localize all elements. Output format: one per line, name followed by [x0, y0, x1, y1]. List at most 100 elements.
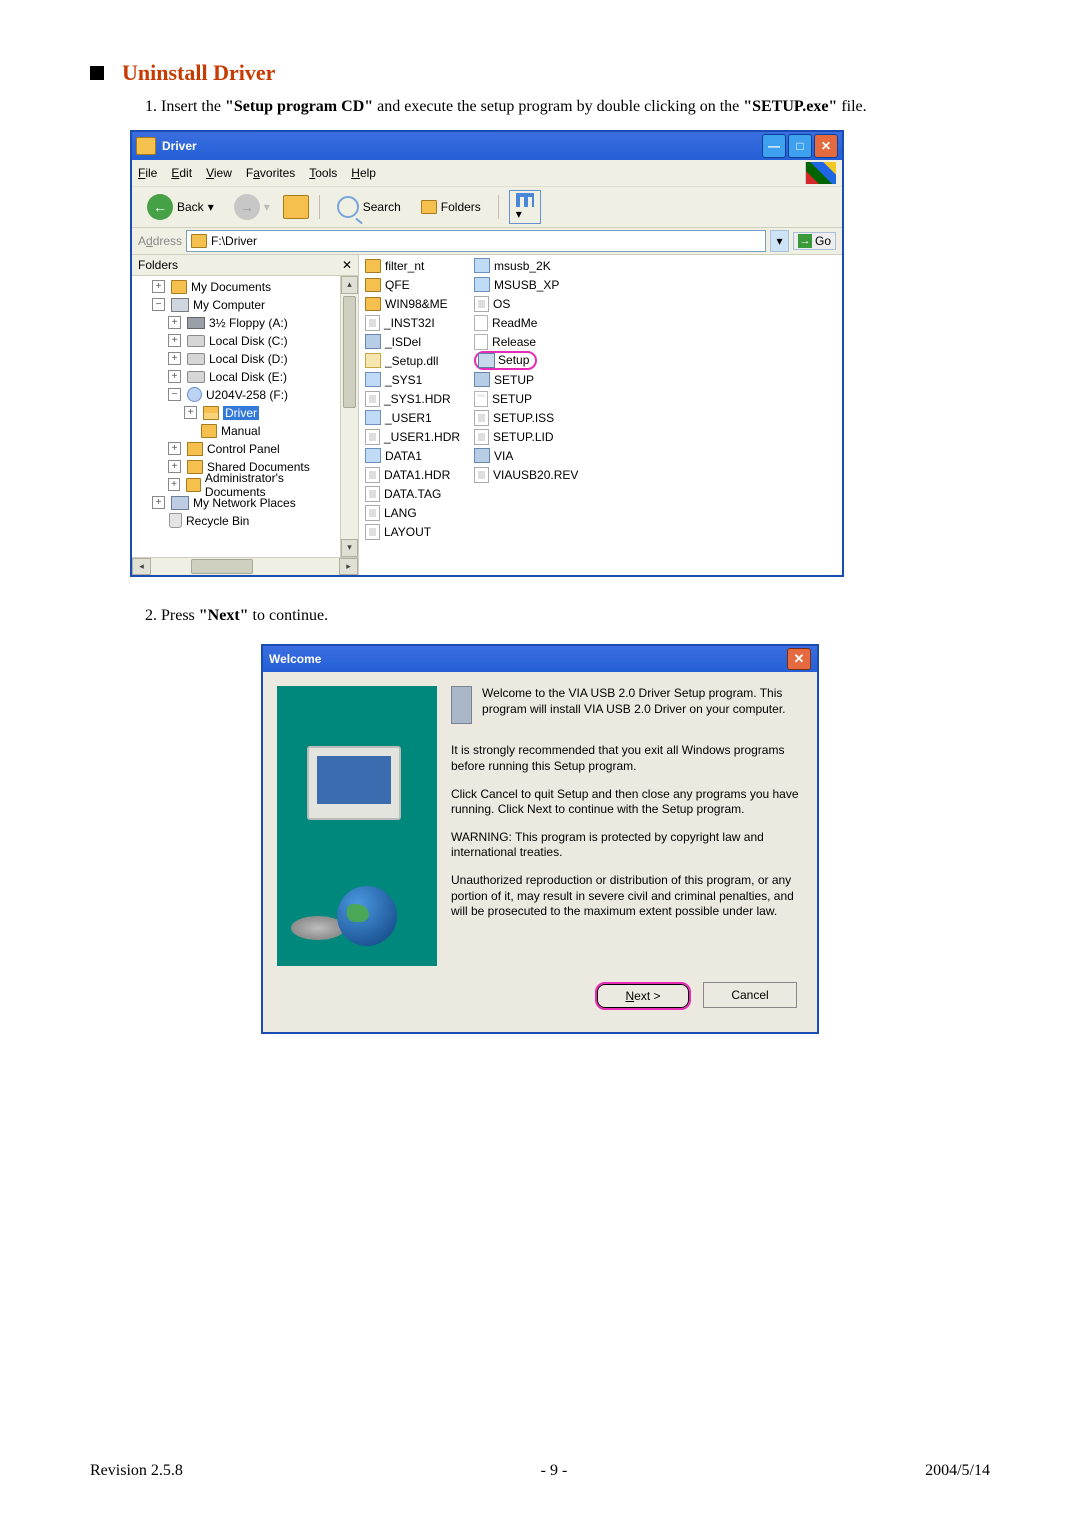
welcome-dialog: Welcome ✕ Welcome to the VIA USB 2.0 Dri… [261, 644, 819, 1034]
cancel-button[interactable]: Cancel [703, 982, 797, 1008]
file-item[interactable]: Release [474, 333, 578, 351]
back-button[interactable]: ← Back ▾ [140, 191, 221, 223]
up-folder-button[interactable] [283, 195, 309, 219]
dialog-titlebar: Welcome ✕ [263, 646, 817, 672]
tree-admin-docs[interactable]: +Administrator's Documents [164, 476, 340, 494]
maximize-button[interactable]: □ [788, 134, 812, 158]
tree-my-documents[interactable]: +My Documents [148, 278, 340, 296]
windows-logo-icon [805, 162, 836, 184]
tree-f-drive[interactable]: −U204V-258 (F:) [164, 386, 340, 404]
tree-c-drive[interactable]: +Local Disk (C:) [164, 332, 340, 350]
section-bullet [90, 66, 104, 80]
dialog-close-button[interactable]: ✕ [787, 648, 811, 670]
scroll-thumb[interactable] [343, 296, 356, 408]
back-label: Back [177, 200, 204, 214]
go-button[interactable]: → Go [793, 232, 836, 250]
file-item[interactable]: LANG [365, 504, 460, 522]
file-item[interactable]: QFE [365, 276, 460, 294]
go-icon: → [798, 234, 812, 248]
tree-driver-selected[interactable]: +Driver [180, 404, 340, 422]
back-arrow-icon: ← [147, 194, 173, 220]
titlebar: Driver — □ ✕ [132, 132, 842, 160]
welcome-p1: Welcome to the VIA USB 2.0 Driver Setup … [482, 686, 803, 717]
close-folders-pane[interactable]: ✕ [342, 258, 352, 272]
minimize-button[interactable]: — [762, 134, 786, 158]
file-item[interactable]: SETUP [474, 371, 578, 389]
file-item[interactable]: MSUSB_XP [474, 276, 578, 294]
globe-icon [337, 886, 397, 946]
file-item[interactable]: VIA [474, 447, 578, 465]
tree-e-drive[interactable]: +Local Disk (E:) [164, 368, 340, 386]
file-item[interactable]: _SYS1.HDR [365, 390, 460, 408]
footer-date: 2004/5/14 [925, 1462, 990, 1480]
tree-scrollbar[interactable]: ▴ ▾ [340, 276, 358, 557]
address-label: Address [138, 234, 182, 248]
tree-h-scrollbar[interactable]: ◂ ▸ [132, 557, 358, 575]
search-button[interactable]: Search [330, 193, 408, 221]
file-item[interactable]: DATA.TAG [365, 485, 460, 503]
next-button[interactable]: Next > [595, 982, 691, 1010]
menu-tools[interactable]: Tools [309, 166, 337, 180]
setup-highlighted: Setup [474, 351, 537, 370]
file-item[interactable]: _ISDel [365, 333, 460, 351]
address-dropdown[interactable]: ▾ [770, 230, 789, 252]
address-bar: Address F:\Driver ▾ → Go [132, 228, 842, 255]
menu-favorites[interactable]: Favorites [246, 166, 295, 180]
tree-floppy[interactable]: +3½ Floppy (A:) [164, 314, 340, 332]
file-item[interactable]: filter_nt [365, 257, 460, 275]
file-item[interactable]: OS [474, 295, 578, 313]
file-item[interactable]: msusb_2K [474, 257, 578, 275]
file-item[interactable]: _INST32I [365, 314, 460, 332]
computer-icon [451, 686, 472, 724]
menu-file[interactable]: File [138, 166, 157, 180]
menu-edit[interactable]: Edit [171, 166, 192, 180]
installer-image [277, 686, 437, 966]
dialog-text: Welcome to the VIA USB 2.0 Driver Setup … [451, 686, 803, 966]
address-value: F:\Driver [211, 234, 257, 248]
file-item[interactable]: _SYS1 [365, 371, 460, 389]
file-item[interactable]: LAYOUT [365, 523, 460, 541]
tree-d-drive[interactable]: +Local Disk (D:) [164, 350, 340, 368]
file-item[interactable]: DATA1 [365, 447, 460, 465]
revision-text: Revision 2.5.8 [90, 1462, 183, 1480]
file-item[interactable]: _USER1.HDR [365, 428, 460, 446]
tree-recycle-bin[interactable]: Recycle Bin [148, 512, 340, 530]
search-label: Search [363, 200, 401, 214]
file-item[interactable]: SETUP.ISS [474, 409, 578, 427]
forward-button[interactable]: → ▾ [227, 191, 277, 223]
chevron-down-icon: ▾ [264, 200, 270, 214]
welcome-p4: WARNING: This program is protected by co… [451, 830, 803, 861]
close-button[interactable]: ✕ [814, 134, 838, 158]
address-input[interactable]: F:\Driver [186, 230, 766, 252]
scroll-right-icon[interactable]: ▸ [339, 558, 358, 575]
folders-icon [421, 200, 437, 214]
file-item[interactable]: WIN98&ME [365, 295, 460, 313]
scroll-up-icon[interactable]: ▴ [341, 276, 358, 294]
file-item[interactable]: _USER1 [365, 409, 460, 427]
folders-button[interactable]: Folders [414, 197, 488, 217]
scroll-down-icon[interactable]: ▾ [341, 539, 358, 557]
folders-header: Folders [138, 258, 178, 272]
file-item[interactable]: ReadMe [474, 314, 578, 332]
tree-control-panel[interactable]: +Control Panel [164, 440, 340, 458]
explorer-window: Driver — □ ✕ File Edit View Favorites To… [130, 130, 844, 577]
folder-icon [136, 137, 156, 155]
folder-icon [191, 234, 207, 248]
file-item[interactable]: VIAUSB20.REV [474, 466, 578, 484]
file-item[interactable]: Setup [474, 352, 578, 370]
scroll-left-icon[interactable]: ◂ [132, 558, 151, 575]
chevron-down-icon: ▾ [516, 207, 522, 221]
file-item[interactable]: _Setup.dll [365, 352, 460, 370]
page-footer: Revision 2.5.8 - 9 - 2004/5/14 [90, 1462, 990, 1480]
menu-view[interactable]: View [206, 166, 232, 180]
h-scroll-thumb[interactable] [191, 559, 253, 574]
tree-manual[interactable]: Manual [180, 422, 340, 440]
welcome-p5: Unauthorized reproduction or distributio… [451, 873, 803, 920]
file-item[interactable]: DATA1.HDR [365, 466, 460, 484]
tree-my-computer[interactable]: −My Computer [148, 296, 340, 314]
menu-help[interactable]: Help [351, 166, 376, 180]
file-item[interactable]: SETUP [474, 390, 578, 408]
file-item[interactable]: SETUP.LID [474, 428, 578, 446]
views-button[interactable]: ▾ [509, 190, 541, 224]
toolbar: ← Back ▾ → ▾ Search Folders ▾ [132, 187, 842, 228]
